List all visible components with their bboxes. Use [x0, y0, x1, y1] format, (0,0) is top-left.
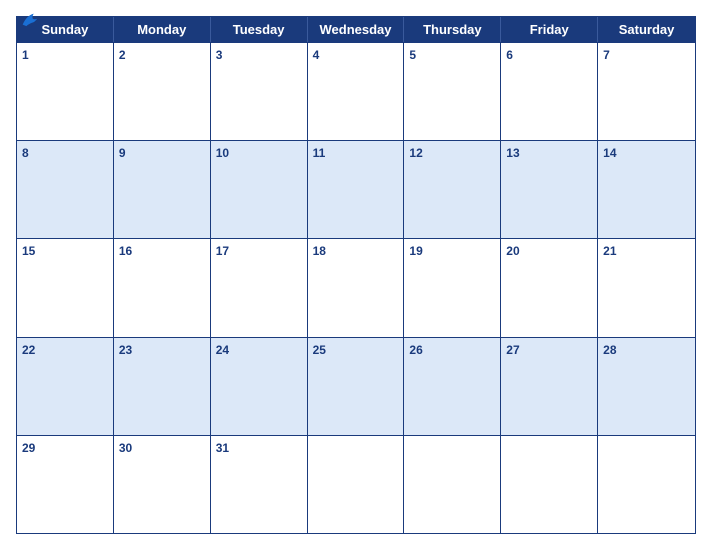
day-cell: 31 [211, 436, 308, 533]
day-number: 13 [506, 146, 519, 160]
logo-area [16, 10, 41, 32]
day-cell: 17 [211, 239, 308, 336]
day-cell: 15 [17, 239, 114, 336]
day-cell: 19 [404, 239, 501, 336]
day-cell: 26 [404, 338, 501, 435]
day-number: 16 [119, 244, 132, 258]
day-number: 15 [22, 244, 35, 258]
day-number: 20 [506, 244, 519, 258]
day-number: 25 [313, 343, 326, 357]
day-number: 27 [506, 343, 519, 357]
day-cell: 12 [404, 141, 501, 238]
day-cell: 27 [501, 338, 598, 435]
day-cell: 28 [598, 338, 695, 435]
day-number: 8 [22, 146, 29, 160]
week-row-1: 1 2 3 4 5 6 7 [17, 42, 695, 140]
day-number: 22 [22, 343, 35, 357]
day-cell: 11 [308, 141, 405, 238]
day-number: 17 [216, 244, 229, 258]
day-number: 11 [313, 146, 326, 160]
day-cell: 8 [17, 141, 114, 238]
week-row-2: 8 9 10 11 12 13 14 [17, 140, 695, 238]
day-cell: 22 [17, 338, 114, 435]
day-cell: 21 [598, 239, 695, 336]
week-row-4: 22 23 24 25 26 27 28 [17, 337, 695, 435]
calendar-container: SundayMondayTuesdayWednesdayThursdayFrid… [0, 0, 712, 550]
day-number: 6 [506, 48, 513, 62]
day-number: 31 [216, 441, 229, 455]
day-number: 29 [22, 441, 35, 455]
day-header-monday: Monday [114, 17, 211, 42]
day-cell: 23 [114, 338, 211, 435]
day-cell: 9 [114, 141, 211, 238]
day-cell: 29 [17, 436, 114, 533]
day-number: 12 [409, 146, 422, 160]
day-cell: 4 [308, 43, 405, 140]
day-headers-row: SundayMondayTuesdayWednesdayThursdayFrid… [17, 17, 695, 42]
day-number: 9 [119, 146, 126, 160]
day-header-tuesday: Tuesday [211, 17, 308, 42]
weeks-container: 1234567891011121314151617181920212223242… [17, 42, 695, 533]
day-cell: 16 [114, 239, 211, 336]
day-cell: 20 [501, 239, 598, 336]
day-cell: 18 [308, 239, 405, 336]
day-number: 3 [216, 48, 223, 62]
day-cell: 10 [211, 141, 308, 238]
day-header-wednesday: Wednesday [308, 17, 405, 42]
day-cell: 24 [211, 338, 308, 435]
day-number: 24 [216, 343, 229, 357]
day-header-saturday: Saturday [598, 17, 695, 42]
day-number: 19 [409, 244, 422, 258]
day-number: 7 [603, 48, 610, 62]
day-header-thursday: Thursday [404, 17, 501, 42]
logo-bird-icon [19, 10, 41, 32]
day-cell: 5 [404, 43, 501, 140]
day-number: 5 [409, 48, 416, 62]
day-number: 14 [603, 146, 616, 160]
day-cell [404, 436, 501, 533]
day-cell: 1 [17, 43, 114, 140]
day-number: 18 [313, 244, 326, 258]
day-number: 26 [409, 343, 422, 357]
day-cell: 2 [114, 43, 211, 140]
day-cell [598, 436, 695, 533]
day-cell: 3 [211, 43, 308, 140]
day-number: 23 [119, 343, 132, 357]
day-number: 30 [119, 441, 132, 455]
day-header-friday: Friday [501, 17, 598, 42]
day-cell [501, 436, 598, 533]
day-cell [308, 436, 405, 533]
day-cell: 13 [501, 141, 598, 238]
day-cell: 6 [501, 43, 598, 140]
day-number: 21 [603, 244, 616, 258]
day-number: 1 [22, 48, 29, 62]
day-cell: 30 [114, 436, 211, 533]
week-row-3: 15 16 17 18 19 20 21 [17, 238, 695, 336]
week-row-5: 29 30 31 [17, 435, 695, 533]
day-number: 2 [119, 48, 126, 62]
day-number: 10 [216, 146, 229, 160]
day-number: 4 [313, 48, 320, 62]
day-cell: 14 [598, 141, 695, 238]
day-cell: 7 [598, 43, 695, 140]
day-cell: 25 [308, 338, 405, 435]
calendar-grid: SundayMondayTuesdayWednesdayThursdayFrid… [16, 16, 696, 534]
day-number: 28 [603, 343, 616, 357]
